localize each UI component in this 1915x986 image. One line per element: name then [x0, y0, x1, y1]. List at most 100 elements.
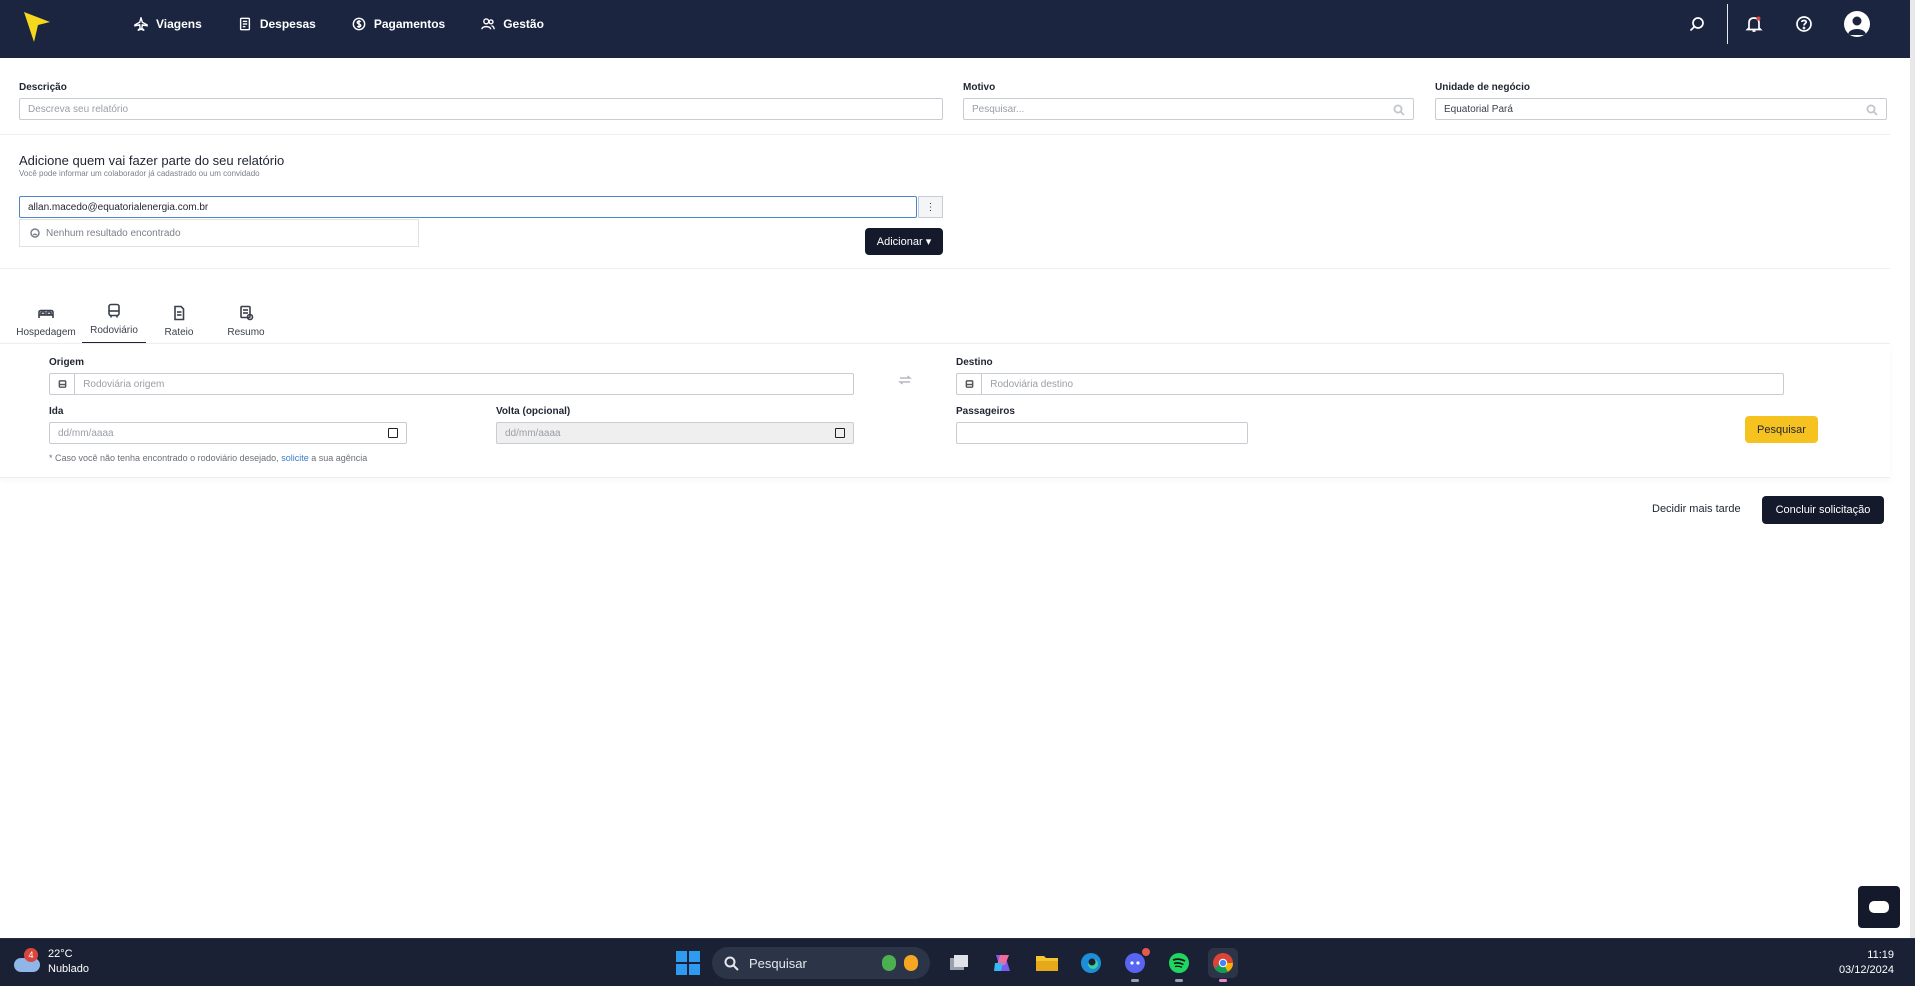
weather-text: 22°C Nublado	[48, 947, 89, 977]
volta-label: Volta (opcional)	[496, 406, 571, 417]
nav-label: Pagamentos	[373, 17, 446, 31]
copilot-icon[interactable]	[988, 948, 1018, 978]
no-results-text: Nenhum resultado encontrado	[46, 227, 181, 239]
finish-request-button[interactable]: Concluir solicitação	[1762, 496, 1884, 524]
taskbar-apps: Pesquisar	[676, 945, 1238, 982]
ida-label: Ida	[49, 406, 64, 417]
taskbar-clock[interactable]: 11:19 03/12/2024	[1839, 948, 1894, 978]
calendar-icon[interactable]	[388, 428, 398, 438]
tab-label: Hospedagem	[16, 327, 76, 338]
divider	[0, 268, 1890, 269]
destino-input[interactable]	[990, 378, 1775, 390]
origem-field[interactable]	[49, 373, 854, 395]
clock-date: 03/12/2024	[1838, 964, 1894, 976]
help-button[interactable]	[1794, 14, 1814, 34]
task-view-icon[interactable]	[944, 948, 974, 978]
windows-start-icon[interactable]	[676, 951, 700, 975]
participant-email-input[interactable]	[28, 201, 908, 213]
origem-prefix	[50, 374, 76, 394]
destino-field[interactable]	[956, 373, 1784, 395]
footnote-text: * Caso você não tenha encontrado o rodov…	[49, 453, 279, 463]
discord-icon[interactable]	[1120, 948, 1150, 982]
passageiros-input[interactable]	[965, 427, 1239, 439]
plane-icon	[134, 17, 148, 31]
nav-item-despesas[interactable]: Despesas	[238, 17, 316, 31]
taskbar-search-label: Pesquisar	[749, 955, 807, 971]
volta-date-field[interactable]	[496, 422, 854, 444]
tab-rodoviario[interactable]: Rodoviário	[82, 300, 146, 344]
volta-date-input[interactable]	[505, 427, 836, 439]
tab-hospedagem[interactable]: Hospedagem	[12, 300, 80, 344]
nav-item-gestao[interactable]: Gestão	[481, 17, 544, 31]
bus-icon	[108, 303, 120, 318]
chat-button[interactable]	[1858, 886, 1900, 928]
service-tabs: Hospedagem Rodoviário Rateio Resumo	[12, 300, 280, 344]
main-nav: Viagens Despesas Pagamentos Gestão	[134, 0, 580, 48]
solicite-link[interactable]: solicite	[281, 453, 309, 463]
calendar-icon[interactable]	[835, 428, 845, 438]
tab-label: Resumo	[227, 327, 265, 338]
help-icon	[1796, 16, 1812, 32]
passageiros-field[interactable]	[956, 422, 1248, 444]
tab-rateio[interactable]: Rateio	[146, 300, 212, 344]
accessibility-icon	[882, 953, 918, 973]
spotify-icon[interactable]	[1164, 948, 1194, 982]
receipt-icon	[239, 17, 250, 31]
cloud-icon: 4	[14, 948, 40, 972]
destino-label: Destino	[956, 357, 993, 368]
motivo-input[interactable]	[972, 103, 1405, 115]
avatar[interactable]	[1844, 11, 1870, 37]
pesquisar-button[interactable]: Pesquisar	[1745, 416, 1818, 443]
search-icon	[724, 956, 739, 971]
descricao-label: Descrição	[19, 82, 67, 93]
decide-later-button[interactable]: Decidir mais tarde	[1652, 503, 1741, 515]
origem-input[interactable]	[83, 378, 845, 390]
user-avatar-icon	[1848, 16, 1866, 35]
chrome-icon[interactable]	[1208, 948, 1238, 982]
nav-label: Despesas	[259, 17, 316, 31]
weather-widget[interactable]: 4 22°C Nublado	[14, 947, 89, 977]
taskbar-search[interactable]: Pesquisar	[712, 947, 930, 979]
page-scrollbar[interactable]	[1910, 0, 1915, 938]
summary-icon	[240, 305, 254, 321]
document-icon	[174, 305, 185, 321]
nav-item-pagamentos[interactable]: Pagamentos	[352, 17, 445, 31]
edge-icon[interactable]	[1076, 948, 1106, 978]
unidade-field[interactable]	[1435, 98, 1887, 120]
nav-item-viagens[interactable]: Viagens	[134, 17, 202, 31]
dollar-icon	[352, 17, 366, 31]
participant-email-field[interactable]	[19, 196, 917, 218]
app-logo-icon[interactable]	[24, 12, 50, 42]
origem-label: Origem	[49, 357, 85, 368]
weather-condition: Nublado	[48, 963, 89, 975]
search-button[interactable]	[1687, 14, 1707, 34]
os-taskbar: 4 22°C Nublado Pesquisar 11:19 03/12/202…	[0, 938, 1915, 986]
descricao-input[interactable]	[28, 103, 934, 115]
temperature: 22°C	[48, 948, 73, 960]
unidade-label: Unidade de negócio	[1435, 82, 1531, 93]
ida-date-input[interactable]	[58, 427, 389, 439]
motivo-field[interactable]	[963, 98, 1414, 120]
participant-options-button[interactable]: ⋮	[918, 196, 943, 218]
add-participant-button[interactable]: Adicionar ▾	[865, 228, 943, 255]
ida-date-field[interactable]	[49, 422, 407, 444]
nav-label: Viagens	[156, 17, 202, 31]
file-explorer-icon[interactable]	[1032, 948, 1062, 978]
bed-icon	[38, 309, 54, 318]
chat-icon	[1869, 901, 1889, 913]
swap-icon[interactable]	[898, 373, 912, 387]
motivo-label: Motivo	[963, 82, 996, 93]
search-icon	[1393, 104, 1405, 116]
bus-icon	[58, 379, 66, 388]
descricao-field[interactable]	[19, 98, 943, 120]
tab-label: Rateio	[164, 327, 194, 338]
tab-resumo[interactable]: Resumo	[212, 300, 280, 344]
passageiros-label: Passageiros	[956, 406, 1015, 417]
footnote: * Caso você não tenha encontrado o rodov…	[49, 453, 367, 463]
clock-time: 11:19	[1867, 949, 1894, 961]
notifications-button[interactable]	[1744, 14, 1764, 34]
unidade-input[interactable]	[1444, 103, 1878, 115]
participant-suggestions-dropdown: Nenhum resultado encontrado	[19, 219, 419, 247]
bus-icon	[965, 379, 973, 388]
destino-prefix	[957, 374, 983, 394]
